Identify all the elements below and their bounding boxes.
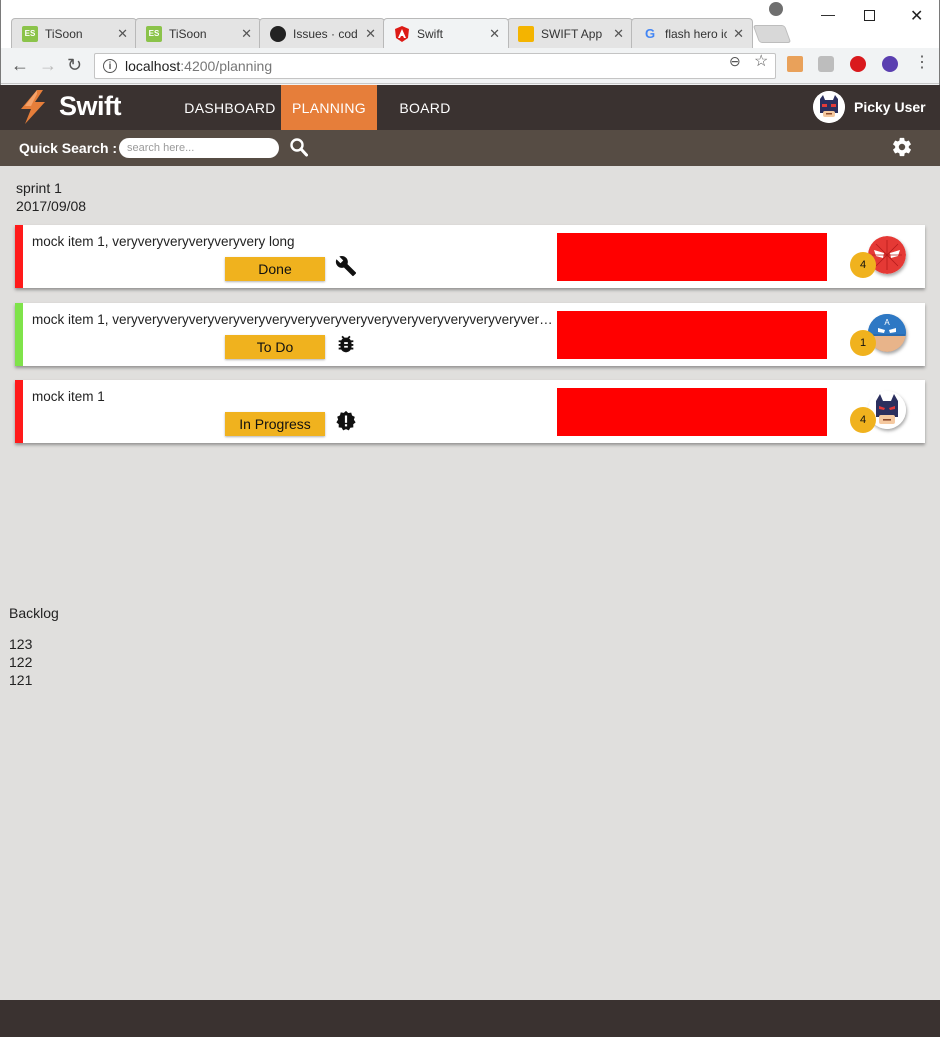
search-icon[interactable]: [290, 138, 308, 158]
app-header: Swift DASHBOARD PLANNING BOARD Picky Use…: [0, 85, 940, 130]
browser-tab[interactable]: ES TiSoon ✕: [135, 18, 261, 48]
url-host: localhost: [125, 58, 181, 74]
opera-icon[interactable]: [850, 56, 866, 72]
angular-devtools-icon[interactable]: [818, 56, 834, 72]
es-icon: ES: [22, 25, 38, 42]
github-icon: [270, 25, 286, 42]
sprint-name: sprint 1: [16, 180, 62, 196]
progress-block: [557, 311, 827, 359]
browser-tab[interactable]: G flash hero ic ✕: [631, 18, 753, 48]
tab-title: SWIFT App: [541, 26, 603, 41]
backlog-item[interactable]: 122: [9, 654, 32, 670]
window-close-icon[interactable]: ✕: [910, 6, 923, 26]
backlog-item[interactable]: 123: [9, 636, 32, 652]
tab-strip: ES TiSoon ✕ ES TiSoon ✕ Issues · cod ✕ S…: [1, 0, 939, 48]
alert-badge-icon: [336, 410, 356, 431]
search-input[interactable]: [119, 138, 279, 158]
status-button[interactable]: Done: [225, 257, 325, 281]
points-badge: 4: [850, 252, 876, 278]
nav-dashboard[interactable]: DASHBOARD: [180, 85, 280, 130]
maximize-icon[interactable]: [864, 10, 875, 21]
sprint-item-card[interactable]: mock item 1, veryveryveryveryveryvery lo…: [15, 225, 925, 288]
item-title: mock item 1, veryveryveryveryveryveryver…: [32, 312, 555, 327]
user-name[interactable]: Picky User: [854, 99, 926, 115]
points-badge: 4: [850, 407, 876, 433]
google-icon: G: [644, 26, 656, 41]
zoom-icon[interactable]: ⊖: [729, 53, 741, 70]
close-icon[interactable]: ✕: [733, 26, 744, 42]
nav-planning[interactable]: PLANNING: [281, 85, 377, 130]
item-title: mock item 1: [32, 389, 105, 404]
bug-icon: [338, 335, 354, 353]
tab-title: flash hero ic: [665, 26, 728, 41]
sprint-date: 2017/09/08: [16, 198, 87, 214]
progress-block: [557, 233, 827, 281]
close-icon[interactable]: ✕: [365, 26, 376, 42]
backlog-title: Backlog: [9, 605, 59, 621]
forward-icon[interactable]: →: [39, 55, 57, 76]
url-path: :4200/planning: [180, 58, 273, 74]
angular-icon: [394, 25, 410, 42]
es-icon: ES: [146, 25, 162, 42]
tab-title: TiSoon: [45, 26, 83, 41]
backlog-item[interactable]: 121: [9, 672, 32, 688]
close-icon[interactable]: ✕: [489, 26, 500, 42]
tab-title: Swift: [417, 26, 444, 41]
sprint-item-card[interactable]: mock item 1, veryveryveryveryveryveryver…: [15, 303, 925, 366]
lightning-logo-icon: [21, 90, 45, 124]
item-title: mock item 1, veryveryveryveryveryvery lo…: [32, 234, 295, 249]
profile-icon[interactable]: [769, 2, 783, 16]
svg-text:A: A: [884, 318, 890, 327]
close-icon[interactable]: ✕: [117, 26, 128, 42]
tab-title: Issues · cod: [293, 26, 358, 41]
points-badge: 1: [850, 330, 876, 356]
browser-tab[interactable]: ES TiSoon ✕: [11, 18, 137, 48]
browser-chrome: ES TiSoon ✕ ES TiSoon ✕ Issues · cod ✕ S…: [0, 0, 940, 85]
sprint-item-card[interactable]: mock item 1 In Progress 4: [15, 380, 925, 443]
browser-tab-active[interactable]: Swift ✕: [383, 18, 509, 48]
browser-toolbar: ← → ↻ i localhost:4200/planning ⊖ ☆ ⋮: [1, 48, 939, 84]
browser-tab[interactable]: SWIFT App ✕: [507, 18, 633, 48]
brand-title: Swift: [59, 91, 122, 121]
settings-gear-icon[interactable]: [891, 136, 913, 158]
close-icon[interactable]: ✕: [241, 26, 252, 42]
back-icon[interactable]: ←: [11, 55, 29, 76]
quick-search-bar: Quick Search :: [0, 130, 940, 166]
close-icon[interactable]: ✕: [613, 26, 624, 42]
new-tab-button[interactable]: [752, 25, 792, 43]
moon-icon[interactable]: [882, 56, 898, 72]
bookmark-star-icon[interactable]: ☆: [754, 51, 768, 71]
status-button[interactable]: To Do: [225, 335, 325, 359]
user-avatar[interactable]: [813, 91, 845, 123]
progress-block: [557, 388, 827, 436]
browser-tab[interactable]: Issues · cod ✕: [259, 18, 385, 48]
minimize-icon[interactable]: —: [821, 6, 835, 22]
app-footer: [0, 1000, 940, 1037]
status-button[interactable]: In Progress: [225, 412, 325, 436]
menu-icon[interactable]: ⋮: [914, 52, 930, 72]
tab-title: TiSoon: [169, 26, 207, 41]
wrench-icon: [335, 256, 357, 277]
reload-icon[interactable]: ↻: [67, 55, 82, 76]
extension-icon[interactable]: [787, 56, 803, 72]
quick-search-label: Quick Search :: [19, 140, 118, 156]
slides-icon: [518, 25, 534, 42]
address-bar[interactable]: i localhost:4200/planning: [94, 53, 776, 79]
nav-board[interactable]: BOARD: [388, 85, 462, 130]
info-icon[interactable]: i: [103, 59, 117, 73]
